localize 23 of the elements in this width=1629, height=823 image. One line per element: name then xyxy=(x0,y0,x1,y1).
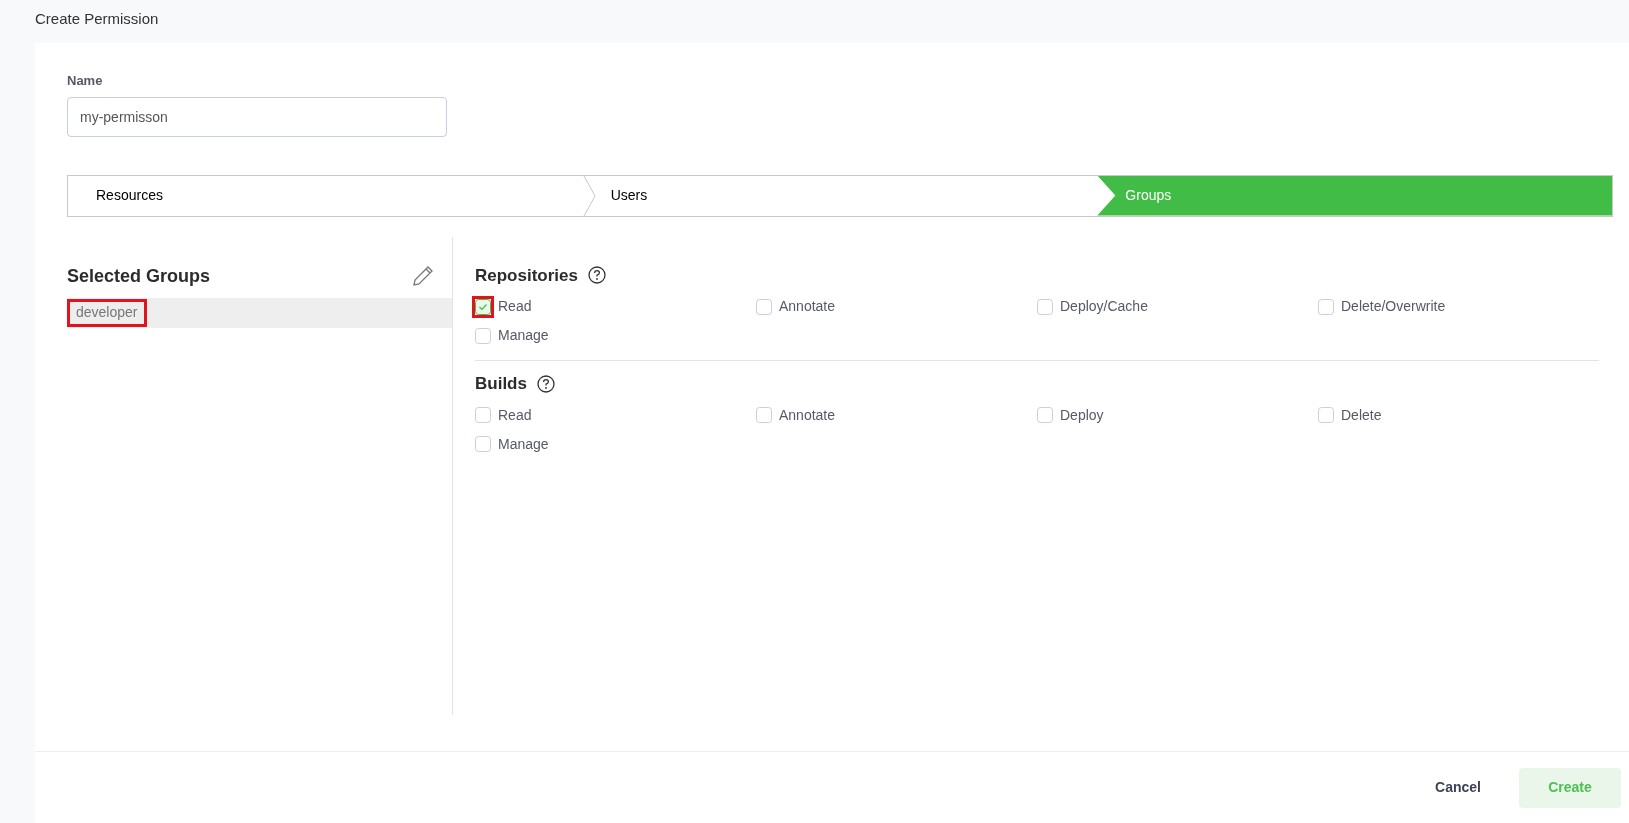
section-heading: Repositories xyxy=(475,264,578,287)
checkbox-label: Annotate xyxy=(779,297,836,316)
checkbox-label: Manage xyxy=(498,326,549,345)
pencil-icon[interactable] xyxy=(412,265,434,287)
checkbox-label: Read xyxy=(498,297,532,316)
checkbox-label: Deploy/Cache xyxy=(1060,297,1148,316)
checkbox-label: Delete/Overwrite xyxy=(1341,297,1446,316)
panel-heading: Selected Groups xyxy=(67,264,211,288)
section-heading: Builds xyxy=(475,373,527,395)
checkbox-label: Delete xyxy=(1341,405,1382,425)
checkbox-label: Manage xyxy=(498,434,549,454)
page-title: Create Permission xyxy=(34,9,160,29)
checkbox-label: Read xyxy=(498,405,532,425)
group-name: developer xyxy=(67,298,147,327)
checkbox-label: Annotate xyxy=(779,405,836,425)
checkbox[interactable] xyxy=(472,295,494,318)
help-icon[interactable] xyxy=(536,374,555,393)
checkbox-label: Deploy xyxy=(1060,405,1104,425)
name-input-field[interactable]: my-permisson xyxy=(67,96,447,137)
field-label: Name xyxy=(67,72,104,90)
help-icon[interactable] xyxy=(588,266,606,285)
cancel-button[interactable]: Cancel xyxy=(1435,767,1481,808)
group-list-item[interactable]: developer xyxy=(67,297,452,328)
